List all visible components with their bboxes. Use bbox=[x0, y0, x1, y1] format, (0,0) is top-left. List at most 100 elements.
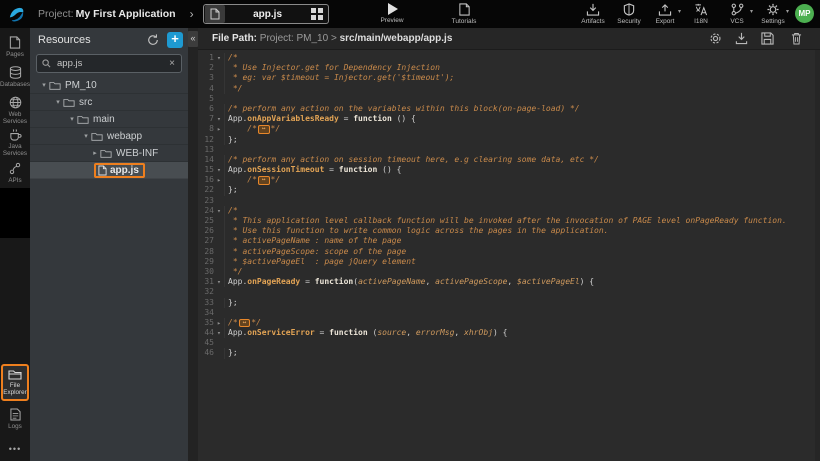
security-button[interactable]: Security bbox=[611, 3, 647, 25]
more-icon[interactable]: ••• bbox=[0, 444, 30, 454]
resource-search[interactable]: × bbox=[36, 54, 182, 73]
code-line[interactable]: 30 */ bbox=[198, 267, 820, 277]
code-line[interactable]: 8▸ /*↔*/ bbox=[198, 124, 820, 134]
line-content: App.onSessionTimeout = function () { bbox=[224, 165, 401, 175]
collapse-arrow-icon[interactable]: ▸ bbox=[90, 149, 100, 157]
tutorials-label: Tutorials bbox=[452, 18, 477, 25]
vcs-icon bbox=[731, 3, 744, 16]
fold-open-icon[interactable]: ▾ bbox=[214, 114, 224, 124]
code-line[interactable]: 16▸ /*↔*/ bbox=[198, 175, 820, 185]
delete-file-icon[interactable] bbox=[791, 32, 802, 45]
fold-closed-icon[interactable]: ▸ bbox=[214, 318, 224, 328]
code-line[interactable]: 14/* perform any action on session timeo… bbox=[198, 155, 820, 165]
i18n-icon bbox=[694, 3, 708, 16]
tree-item-main[interactable]: ▾ main bbox=[30, 111, 188, 128]
line-content: */ bbox=[224, 84, 242, 94]
code-line[interactable]: 7▾App.onAppVariablesReady = function () … bbox=[198, 114, 820, 124]
fold-open-icon[interactable]: ▾ bbox=[214, 53, 224, 63]
tree-item-webapp[interactable]: ▾ webapp bbox=[30, 128, 188, 145]
search-input[interactable] bbox=[55, 57, 168, 70]
save-file-icon[interactable] bbox=[761, 32, 774, 45]
sidebar-item-apis[interactable]: APIs bbox=[0, 162, 30, 184]
folded-code-widget[interactable]: ↔ bbox=[258, 176, 270, 185]
tree-item-pm10[interactable]: ▾ PM_10 bbox=[30, 77, 188, 94]
code-line[interactable]: 28 * activePageScope: scope of the page bbox=[198, 247, 820, 257]
code-line[interactable]: 24▾/* bbox=[198, 206, 820, 216]
line-number: 12 bbox=[198, 135, 214, 145]
artifacts-button[interactable]: Artifacts bbox=[575, 3, 611, 25]
expand-arrow-icon[interactable]: ▾ bbox=[53, 98, 63, 106]
download-file-icon[interactable] bbox=[735, 32, 748, 45]
file-icon bbox=[98, 165, 107, 176]
collapse-panel-button[interactable]: « bbox=[188, 31, 198, 47]
line-number: 33 bbox=[198, 298, 214, 308]
open-file-tab[interactable]: app.js bbox=[203, 4, 329, 24]
refresh-icon[interactable] bbox=[147, 34, 159, 46]
line-content: /* bbox=[224, 206, 238, 216]
vcs-button[interactable]: ▾ VCS bbox=[719, 3, 755, 25]
panel-divider[interactable]: « bbox=[188, 28, 198, 461]
tree-item-src[interactable]: ▾ src bbox=[30, 94, 188, 111]
code-line[interactable]: 33}; bbox=[198, 298, 820, 308]
fold-closed-icon[interactable]: ▸ bbox=[214, 175, 224, 185]
line-content: * eg: var $timeout = Injector.get('$time… bbox=[224, 73, 454, 83]
project-breadcrumb[interactable]: Project:My First Application bbox=[38, 8, 176, 20]
fold-closed-icon[interactable]: ▸ bbox=[214, 124, 224, 134]
expand-arrow-icon[interactable]: ▾ bbox=[81, 132, 91, 140]
folded-code-widget[interactable]: ↔ bbox=[239, 319, 251, 328]
clear-search-icon[interactable]: × bbox=[168, 58, 176, 69]
code-line[interactable]: 32 bbox=[198, 287, 820, 297]
sidebar-item-pages[interactable]: Pages bbox=[0, 36, 30, 58]
fold-open-icon[interactable]: ▾ bbox=[214, 328, 224, 338]
tree-item-web-inf[interactable]: ▸ WEB-INF bbox=[30, 145, 188, 162]
fold-open-icon[interactable]: ▾ bbox=[214, 165, 224, 175]
code-line[interactable]: 5 bbox=[198, 94, 820, 104]
export-button[interactable]: ▾ Export bbox=[647, 3, 683, 25]
code-line[interactable]: 27 * activePageName : name of the page bbox=[198, 236, 820, 246]
code-line[interactable]: 35▸/*↔*/ bbox=[198, 318, 820, 328]
code-line[interactable]: 22}; bbox=[198, 185, 820, 195]
wavemaker-logo[interactable] bbox=[0, 0, 32, 28]
i18n-button[interactable]: I18N bbox=[683, 3, 719, 25]
code-line[interactable]: 2 * Use Injector.get for Dependency Inje… bbox=[198, 63, 820, 73]
add-resource-button[interactable]: + bbox=[167, 32, 183, 48]
folded-code-widget[interactable]: ↔ bbox=[258, 125, 270, 134]
code-line[interactable]: 34 bbox=[198, 308, 820, 318]
code-line[interactable]: 29 * $activePageEl : page jQuery element bbox=[198, 257, 820, 267]
code-line[interactable]: 26 * Use this function to write common l… bbox=[198, 226, 820, 236]
vcs-label: VCS bbox=[730, 18, 743, 25]
sidebar-item-databases[interactable]: Databases bbox=[0, 66, 30, 88]
sidebar-item-java-services[interactable]: Java Services bbox=[0, 128, 30, 157]
sidebar-item-web-services[interactable]: Web Services bbox=[0, 96, 30, 125]
fold-open-icon[interactable]: ▾ bbox=[214, 206, 224, 216]
code-line[interactable]: 46}; bbox=[198, 348, 820, 358]
fold-open-icon[interactable]: ▾ bbox=[214, 277, 224, 287]
code-line[interactable]: 25 * This application level callback fun… bbox=[198, 216, 820, 226]
code-line[interactable]: 15▾App.onSessionTimeout = function () { bbox=[198, 165, 820, 175]
code-line[interactable]: 13 bbox=[198, 145, 820, 155]
code-line[interactable]: 45 bbox=[198, 338, 820, 348]
code-editor[interactable]: 1▾/*2 * Use Injector.get for Dependency … bbox=[198, 50, 820, 461]
editor-settings-icon[interactable] bbox=[709, 32, 722, 45]
code-line[interactable]: 4 */ bbox=[198, 84, 820, 94]
line-content: * activePageScope: scope of the page bbox=[224, 247, 406, 257]
code-line[interactable]: 31▾App.onPageReady = function(activePage… bbox=[198, 277, 820, 287]
code-line[interactable]: 6/* perform any action on the variables … bbox=[198, 104, 820, 114]
expand-arrow-icon[interactable]: ▾ bbox=[67, 115, 77, 123]
sidebar-item-logs[interactable]: Logs bbox=[0, 408, 30, 430]
preview-button[interactable]: Preview bbox=[366, 3, 418, 24]
file-explorer-icon bbox=[8, 369, 22, 380]
code-line[interactable]: 12}; bbox=[198, 135, 820, 145]
tutorials-button[interactable]: Tutorials bbox=[438, 3, 490, 25]
grid-icon[interactable] bbox=[311, 8, 323, 20]
tree-item-appjs[interactable]: app.js bbox=[30, 162, 188, 179]
sidebar-item-file-explorer[interactable]: File Explorer bbox=[1, 364, 29, 401]
code-line[interactable]: 3 * eg: var $timeout = Injector.get('$ti… bbox=[198, 73, 820, 83]
editor-scrollbar[interactable] bbox=[815, 50, 820, 461]
expand-arrow-icon[interactable]: ▾ bbox=[39, 81, 49, 89]
code-line[interactable]: 44▾App.onServiceError = function (source… bbox=[198, 328, 820, 338]
user-avatar[interactable]: MP bbox=[795, 4, 814, 23]
code-line[interactable]: 1▾/* bbox=[198, 53, 820, 63]
settings-button[interactable]: ▾ Settings bbox=[755, 3, 791, 25]
code-line[interactable]: 23 bbox=[198, 196, 820, 206]
